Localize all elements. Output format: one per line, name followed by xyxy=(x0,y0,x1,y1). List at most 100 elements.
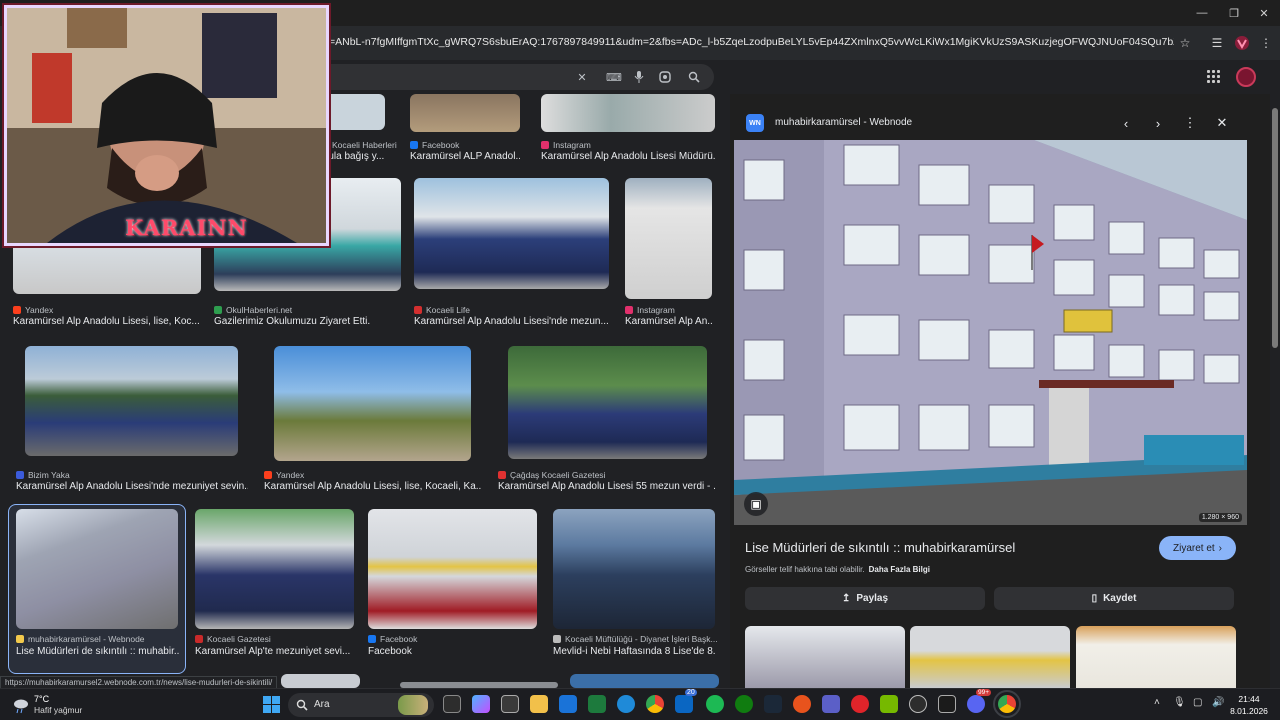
related-image[interactable] xyxy=(910,626,1070,688)
source-favicon xyxy=(414,306,422,314)
clock[interactable]: 21:44 8.01.2026 xyxy=(1224,693,1274,717)
result-thumbnail[interactable] xyxy=(281,674,360,688)
source-favicon xyxy=(16,471,24,479)
display-icon[interactable]: ▢ xyxy=(1193,697,1202,708)
spotify-icon[interactable] xyxy=(706,695,724,713)
mail-icon[interactable] xyxy=(559,695,577,713)
file-explorer-icon[interactable] xyxy=(530,695,548,713)
mic-icon[interactable]: 🎙 xyxy=(1173,697,1186,708)
result-thumbnail[interactable] xyxy=(195,509,354,629)
address-bar[interactable]: =ANbL-n7fgMIffgmTtXc_gWRQ7S6sbuErAQ:1767… xyxy=(329,36,1174,50)
menu-icon[interactable]: ⋮ xyxy=(1257,34,1275,52)
result-title[interactable]: Lise Müdürleri de sıkıntılı :: muhabir..… xyxy=(16,646,180,660)
scrollbar[interactable] xyxy=(1270,94,1280,688)
result-title[interactable]: Karamürsel Alp An... xyxy=(625,316,712,330)
result-title[interactable]: Karamürsel Alp Anadolu Lisesi'nde mezun.… xyxy=(414,316,609,330)
edge-icon[interactable] xyxy=(617,695,635,713)
preview-title[interactable]: Lise Müdürleri de sıkıntılı :: muhabirka… xyxy=(745,540,1015,555)
result-title[interactable]: Gazilerimiz Okulumuzu Ziyaret Etti. xyxy=(214,316,401,330)
school-building-image xyxy=(734,140,1247,525)
result-title[interactable]: Karamürsel Alp Anadolu Lisesi, lise, Koc… xyxy=(13,316,201,330)
avatar[interactable] xyxy=(1236,67,1256,87)
source-label: Yandex xyxy=(25,305,54,315)
streamer-video xyxy=(7,8,326,243)
close-icon[interactable]: ✕ xyxy=(1214,115,1230,131)
steam-icon[interactable] xyxy=(764,695,782,713)
result-source: Kocaeli Haberleri xyxy=(320,139,397,151)
result-thumbnail[interactable] xyxy=(541,94,715,132)
apps-icon[interactable] xyxy=(1207,70,1220,83)
result-title[interactable]: Karamürsel Alp Anadolu Lisesi Müdürü... xyxy=(541,151,716,165)
chevron-right-icon[interactable]: › xyxy=(1150,115,1166,131)
reading-list-icon[interactable]: ☰ xyxy=(1208,34,1226,52)
result-thumbnail[interactable] xyxy=(368,509,537,629)
result-title[interactable]: Karamürsel Alp'te mezuniyet sevi... xyxy=(195,646,355,660)
result-title[interactable]: Karamürsel ALP Anadol... xyxy=(410,151,520,165)
clear-icon[interactable]: ✕ xyxy=(574,69,590,85)
app-icon[interactable] xyxy=(938,695,956,713)
result-thumbnail[interactable] xyxy=(570,674,719,688)
result-thumbnail[interactable] xyxy=(410,94,520,132)
scrollbar-thumb[interactable] xyxy=(1272,108,1278,348)
weather-widget[interactable]: 7°C Hafif yağmur xyxy=(10,693,100,717)
weather-desc: Hafif yağmur xyxy=(34,705,83,715)
result-thumbnail[interactable] xyxy=(414,178,609,289)
lens-icon[interactable] xyxy=(657,69,673,85)
time: 21:44 xyxy=(1238,694,1260,704)
chrome-active-icon[interactable] xyxy=(993,690,1021,718)
result-thumbnail[interactable] xyxy=(625,178,712,299)
minimize-icon[interactable]: — xyxy=(1184,0,1220,26)
extension-icon[interactable] xyxy=(1233,34,1251,52)
search-bar[interactable]: ✕ ⌨ xyxy=(326,64,714,90)
result-thumbnail[interactable] xyxy=(274,346,471,461)
save-button[interactable]: ▯ Kaydet xyxy=(994,587,1234,610)
taskbar-search[interactable]: Ara xyxy=(288,693,434,717)
source-label: Instagram xyxy=(553,140,591,150)
excel-icon[interactable] xyxy=(588,695,606,713)
result-title[interactable]: Facebook xyxy=(368,646,537,660)
linkedin-icon[interactable]: 20 xyxy=(675,689,697,713)
task-view-icon[interactable] xyxy=(443,695,461,713)
nvidia-icon[interactable] xyxy=(880,695,898,713)
related-image[interactable] xyxy=(745,626,905,688)
result-thumbnail[interactable] xyxy=(25,346,238,456)
chevron-left-icon[interactable]: ‹ xyxy=(1118,115,1134,131)
preview-site-name[interactable]: muhabirkaramürsel - Webnode xyxy=(775,117,912,128)
result-title[interactable]: ...ula bağış y... xyxy=(320,151,385,165)
copyright-text: Görseller telif hakkına tabi olabilir. xyxy=(745,565,865,574)
close-icon[interactable]: ✕ xyxy=(1246,0,1280,26)
more-info-link[interactable]: Daha Fazla Bilgi xyxy=(869,565,930,574)
windows-icon[interactable] xyxy=(263,696,280,713)
store-icon[interactable] xyxy=(501,695,519,713)
lens-icon[interactable]: ▣ xyxy=(744,492,768,516)
star-icon[interactable]: ☆ xyxy=(1176,34,1194,52)
xbox-icon[interactable] xyxy=(735,695,753,713)
preview-image[interactable] xyxy=(734,140,1247,525)
chrome-icon[interactable] xyxy=(646,695,664,713)
copilot-icon[interactable] xyxy=(472,695,490,713)
result-title[interactable]: Mevlid-i Nebi Haftasında 8 Lise'de 8... xyxy=(553,646,715,660)
obs-icon[interactable] xyxy=(909,695,927,713)
search-icon[interactable] xyxy=(686,69,702,85)
volume-icon[interactable]: 🔊 xyxy=(1212,697,1224,708)
brave-icon[interactable] xyxy=(793,695,811,713)
result-title[interactable]: Karamürsel Alp Anadolu Lisesi, lise, Koc… xyxy=(264,481,482,495)
app-icon[interactable] xyxy=(851,695,869,713)
discord-icon[interactable]: 99+ xyxy=(967,689,992,713)
visit-button[interactable]: Ziyaret et › xyxy=(1159,536,1236,560)
chevron-up-icon[interactable]: ˄ xyxy=(1154,697,1160,708)
result-title[interactable]: Karamürsel Alp Anadolu Lisesi'nde mezuni… xyxy=(16,481,248,495)
result-thumbnail[interactable] xyxy=(16,509,178,629)
result-title[interactable]: Karamürsel Alp Anadolu Lisesi 55 mezun v… xyxy=(498,481,716,495)
mic-icon[interactable] xyxy=(631,69,647,85)
keyboard-icon[interactable]: ⌨ xyxy=(606,69,622,85)
result-thumbnail[interactable] xyxy=(320,94,385,130)
more-icon[interactable]: ⋮ xyxy=(1182,115,1198,131)
save-label: Kaydet xyxy=(1103,593,1137,604)
facebook-icon xyxy=(368,635,376,643)
teams-icon[interactable] xyxy=(822,695,840,713)
share-button[interactable]: ↥ Paylaş xyxy=(745,587,985,610)
related-image[interactable] xyxy=(1076,626,1236,688)
result-thumbnail[interactable] xyxy=(508,346,707,459)
result-thumbnail[interactable] xyxy=(553,509,715,629)
